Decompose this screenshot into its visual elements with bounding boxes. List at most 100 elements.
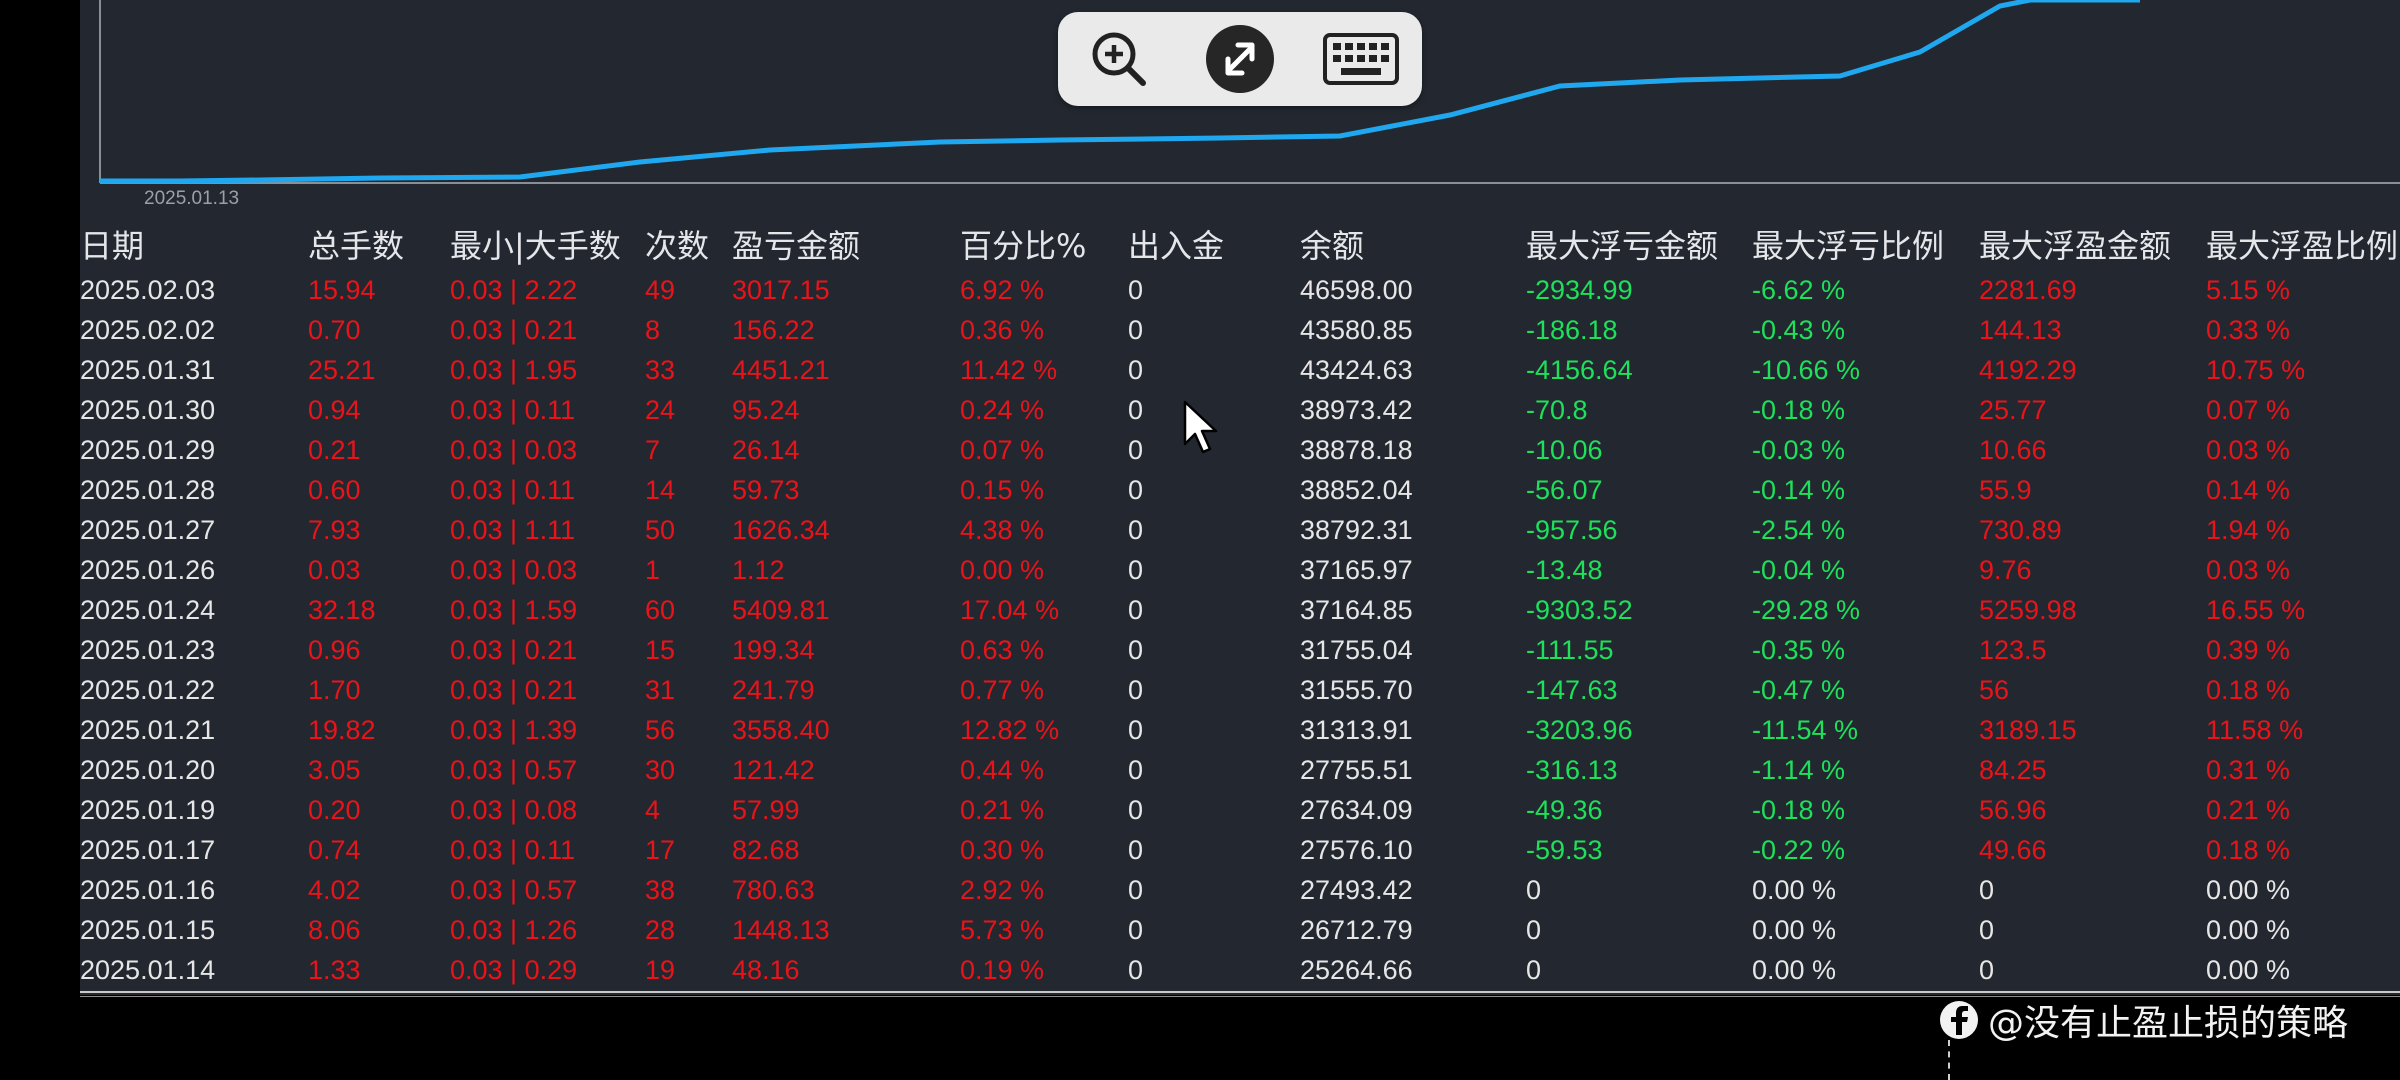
table-row[interactable]: 2025.02.02 0.70 0.03 | 0.21 8 156.22 0.36 % 0 4… [80,310,2400,350]
cell-percent: 0.44 % [960,755,1045,785]
cell-total-lots: 8.06 [308,915,361,945]
cell-max-float-profit-pct: 0.00 % [2206,875,2291,905]
cell-min-max-lots: 0.03 | 1.59 [450,595,578,625]
cell-deposit-withdraw: 0 [1128,595,1144,625]
cell-min-max-lots: 0.03 | 0.57 [450,755,578,785]
cell-max-float-profit-pct: 0.03 % [2206,435,2291,465]
table-row[interactable]: 2025.01.23 0.96 0.03 | 0.21 15 199.34 0.63 % 0… [80,630,2400,670]
cell-balance: 38852.04 [1300,475,1413,505]
keyboard-button[interactable] [1321,19,1401,99]
table-row[interactable]: 2025.01.26 0.03 0.03 | 0.03 1 1.12 0.00 % 0 371… [80,550,2400,590]
cell-max-float-profit-pct: 0.21 % [2206,795,2291,825]
table-body: 2025.02.03 15.94 0.03 | 2.22 49 3017.15 6.92 … [80,270,2400,990]
cell-max-float-loss-pct: -1.14 % [1752,755,1846,785]
zoom-in-icon [1092,32,1146,86]
table-row[interactable]: 2025.01.20 3.05 0.03 | 0.57 30 121.42 0.44 % 0… [80,750,2400,790]
cell-count: 50 [645,515,676,545]
cell-max-float-profit: 56 [1979,675,2010,705]
cell-date: 2025.01.17 [80,835,216,865]
cell-percent: 2.92 % [960,875,1045,905]
cell-min-max-lots: 0.03 | 0.03 [450,555,578,585]
remote-desktop-icon [1205,25,1274,93]
cell-pnl-amount: 3017.15 [732,275,830,305]
cell-pnl-amount: 1626.34 [732,515,830,545]
cell-balance: 37165.97 [1300,555,1413,585]
cell-max-float-loss-pct: 0.00 % [1752,915,1837,945]
cell-total-lots: 25.21 [308,355,376,385]
remote-desktop-button[interactable] [1200,19,1280,99]
cell-max-float-profit: 0 [1979,915,1995,945]
cell-total-lots: 1.33 [308,955,361,985]
cell-max-float-loss-pct: -0.04 % [1752,555,1846,585]
cell-percent: 0.24 % [960,395,1045,425]
cell-count: 17 [645,835,676,865]
cell-total-lots: 32.18 [308,595,376,625]
table-row[interactable]: 2025.01.21 19.82 0.03 | 1.39 56 3558.40 12.82… [80,710,2400,750]
cell-deposit-withdraw: 0 [1128,435,1144,465]
cell-max-float-profit: 3189.15 [1979,715,2077,745]
cell-min-max-lots: 0.03 | 0.29 [450,955,578,985]
cell-max-float-loss: -3203.96 [1526,715,1633,745]
cell-balance: 27493.42 [1300,875,1413,905]
cell-percent: 6.92 % [960,275,1045,305]
table-row[interactable]: 2025.01.29 0.21 0.03 | 0.03 7 26.14 0.07 % 0 38… [80,430,2400,470]
cell-count: 38 [645,875,676,905]
cell-count: 28 [645,915,676,945]
cell-total-lots: 0.21 [308,435,361,465]
cell-max-float-profit-pct: 0.14 % [2206,475,2291,505]
cell-pnl-amount: 3558.40 [732,715,830,745]
cell-balance: 38792.31 [1300,515,1413,545]
cell-max-float-loss-pct: -0.43 % [1752,315,1846,345]
cell-max-float-loss: -316.13 [1526,755,1618,785]
cell-min-max-lots: 0.03 | 1.26 [450,915,578,945]
cell-max-float-profit-pct: 5.15 % [2206,275,2291,305]
table-row[interactable]: 2025.01.27 7.93 0.03 | 1.11 50 1626.34 4.38 %… [80,510,2400,550]
cell-max-float-loss-pct: -2.54 % [1752,515,1846,545]
cell-deposit-withdraw: 0 [1128,795,1144,825]
cell-pnl-amount: 57.99 [732,795,800,825]
cell-total-lots: 0.70 [308,315,361,345]
cell-min-max-lots: 0.03 | 0.57 [450,875,578,905]
table-bottom-border [80,991,2400,993]
watermark-dashed-line [1948,1040,1950,1080]
cell-max-float-profit-pct: 0.00 % [2206,915,2291,945]
cell-max-float-loss: -9303.52 [1526,595,1633,625]
cell-max-float-loss-pct: -11.54 % [1752,715,1859,745]
table-row[interactable]: 2025.01.15 8.06 0.03 | 1.26 28 1448.13 5.73 %… [80,910,2400,950]
table-row[interactable]: 2025.01.30 0.94 0.03 | 0.11 24 95.24 0.24 % 0 3… [80,390,2400,430]
zoom-in-button[interactable] [1079,19,1159,99]
table-row[interactable]: 2025.01.22 1.70 0.03 | 0.21 31 241.79 0.77 % 0… [80,670,2400,710]
table-row[interactable]: 2025.02.03 15.94 0.03 | 2.22 49 3017.15 6.92 … [80,270,2400,310]
cell-balance: 37164.85 [1300,595,1413,625]
table-row[interactable]: 2025.01.31 25.21 0.03 | 1.95 33 4451.21 11.42… [80,350,2400,390]
cell-max-float-loss: -10.06 [1526,435,1603,465]
cell-balance: 43580.85 [1300,315,1413,345]
cell-date: 2025.01.19 [80,795,216,825]
header-balance: 余额 [1300,227,1365,265]
cell-date: 2025.01.24 [80,595,216,625]
cell-deposit-withdraw: 0 [1128,555,1144,585]
table-row[interactable]: 2025.01.16 4.02 0.03 | 0.57 38 780.63 2.92 % 0… [80,870,2400,910]
cell-balance: 46598.00 [1300,275,1413,305]
cell-date: 2025.01.28 [80,475,216,505]
cell-min-max-lots: 0.03 | 0.21 [450,635,578,665]
cell-min-max-lots: 0.03 | 1.39 [450,715,578,745]
cell-deposit-withdraw: 0 [1128,675,1144,705]
cell-pnl-amount: 1448.13 [732,915,830,945]
cell-min-max-lots: 0.03 | 1.11 [450,515,576,545]
mouse-cursor-icon [1183,400,1218,454]
table-row[interactable]: 2025.01.19 0.20 0.03 | 0.08 4 57.99 0.21 % 0 27… [80,790,2400,830]
cell-deposit-withdraw: 0 [1128,355,1144,385]
cell-total-lots: 0.96 [308,635,361,665]
cell-max-float-profit-pct: 0.31 % [2206,755,2291,785]
cell-deposit-withdraw: 0 [1128,315,1144,345]
cell-pnl-amount: 95.24 [732,395,800,425]
header-max-float-loss: 最大浮亏金额 [1526,227,1719,265]
cell-min-max-lots: 0.03 | 0.03 [450,435,578,465]
remote-toolbar [1058,12,1422,106]
table-row[interactable]: 2025.01.28 0.60 0.03 | 0.11 14 59.73 0.15 % 0 3… [80,470,2400,510]
cell-min-max-lots: 0.03 | 0.08 [450,795,578,825]
table-row[interactable]: 2025.01.14 1.33 0.03 | 0.29 19 48.16 0.19 % 0 2… [80,950,2400,990]
table-row[interactable]: 2025.01.24 32.18 0.03 | 1.59 60 5409.81 17.04… [80,590,2400,630]
table-row[interactable]: 2025.01.17 0.74 0.03 | 0.11 17 82.68 0.30 % 0 2… [80,830,2400,870]
